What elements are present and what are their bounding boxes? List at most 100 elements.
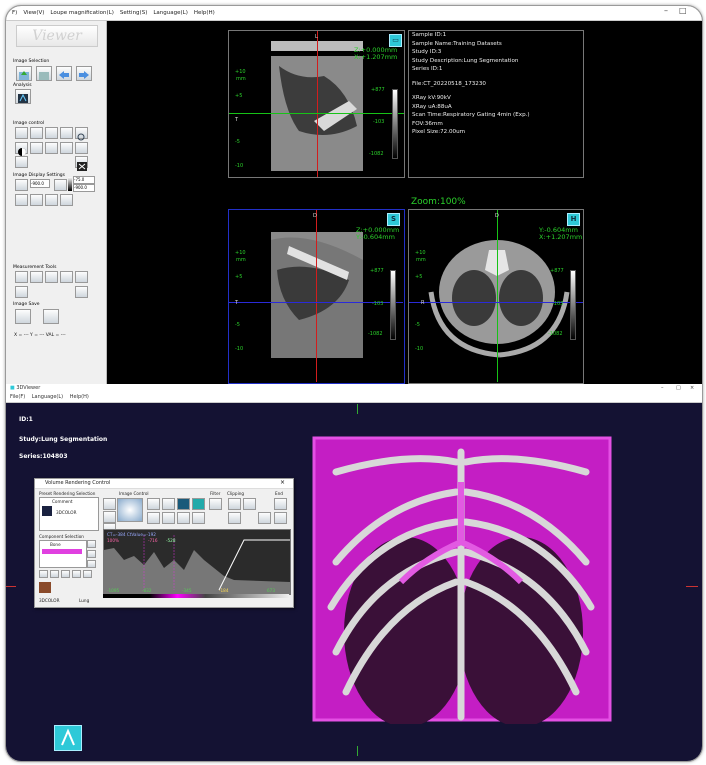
invert-button[interactable] <box>30 142 43 154</box>
maximize-button[interactable]: □ <box>679 6 687 15</box>
vrc-undo-button[interactable] <box>258 512 271 524</box>
sagittal-tick-p10: +10 <box>235 69 246 75</box>
vrc-rotate-joystick[interactable] <box>117 498 143 522</box>
3d-close-button[interactable]: × <box>690 384 694 393</box>
filter-button[interactable] <box>75 142 88 154</box>
contrast-button[interactable] <box>15 142 28 156</box>
menu-language[interactable]: Language(L) <box>153 10 188 16</box>
roi-ellipse-button[interactable] <box>45 271 58 283</box>
clear-measure-button[interactable] <box>75 286 88 298</box>
rotate-button[interactable] <box>45 127 58 139</box>
orientation-axes-icon[interactable] <box>54 725 82 751</box>
preset-list[interactable]: Comment 3DCOLOR <box>39 497 99 531</box>
zoom-box-button[interactable] <box>60 127 73 139</box>
roi-freehand-button[interactable] <box>60 271 73 283</box>
component-tool-4[interactable] <box>72 570 81 578</box>
volume-rendering-control-dialog: Volume Rendering Control × Preset Render… <box>34 478 294 608</box>
color-map-bar[interactable] <box>103 594 289 598</box>
menu-setting[interactable]: Setting(S) <box>120 10 147 16</box>
axial-view-icon[interactable]: H <box>567 213 580 226</box>
component-bone[interactable]: Bone <box>50 542 61 547</box>
3d-minimize-button[interactable]: – <box>661 384 664 393</box>
axis-label-2: -832 <box>142 588 152 593</box>
copy-image-button[interactable] <box>43 309 59 324</box>
preset-wl-button[interactable] <box>54 179 67 191</box>
vrc-tool-shade[interactable] <box>192 498 205 510</box>
coronal-view-icon[interactable]: S <box>387 213 400 226</box>
edge-button[interactable] <box>60 142 73 154</box>
layout-1-button[interactable] <box>15 194 28 206</box>
3d-viewer-window: ■ 3DViewer – □ × File(F) Language(L) Hel… <box>6 384 702 761</box>
magnifier-button[interactable] <box>75 127 88 141</box>
3d-volume-render[interactable] <box>306 432 618 724</box>
save-image-button[interactable] <box>15 309 31 324</box>
ruler-button[interactable] <box>15 271 28 283</box>
layout-4-button[interactable] <box>60 194 73 206</box>
angle-button[interactable] <box>15 286 28 298</box>
layout-2-button[interactable] <box>30 194 43 206</box>
reset-view-button[interactable] <box>75 156 88 171</box>
3d-menu-file[interactable]: File(F) <box>10 394 25 400</box>
layout-3-button[interactable] <box>45 194 58 206</box>
preset-item[interactable]: 3DCOLOR <box>56 510 77 515</box>
vrc-filter-button[interactable] <box>209 498 222 510</box>
axial-view[interactable]: D H Y:-0.604mm X:+1.207mm +10 mm +5 -5 -… <box>408 209 584 384</box>
axial-tick-mm: mm <box>416 257 426 263</box>
overlay-id: ID:1 <box>19 416 33 423</box>
vrc-clip-button-2[interactable] <box>243 498 256 510</box>
wl-lower-field[interactable]: -900.0 <box>73 184 95 192</box>
component-visibility-button[interactable] <box>87 550 96 558</box>
histogram-ct-info: CT=-384 CtValue=-192 <box>107 532 156 537</box>
wl-upper-field[interactable]: -75.0 <box>73 176 95 184</box>
component-tool-2[interactable] <box>50 570 59 578</box>
slice-button[interactable] <box>45 142 58 154</box>
vrc-end-label: End <box>275 491 283 496</box>
vrc-tool-rotate-left[interactable] <box>147 512 160 524</box>
3d-menu-language[interactable]: Language(L) <box>32 394 63 400</box>
vrc-side-button-1[interactable] <box>103 511 116 523</box>
vrc-tool-reset[interactable] <box>192 512 205 524</box>
histogram-button[interactable] <box>75 271 88 283</box>
top-menu-bar: F) View(V) Loupe magnification(L) Settin… <box>6 6 702 21</box>
minimize-button[interactable]: – <box>664 6 668 15</box>
vrc-close-button[interactable]: × <box>280 479 285 486</box>
coronal-view[interactable]: D S Z:+0.000mm Y:-0.604mm +10 mm +5 -5 -… <box>228 209 405 384</box>
vrc-clip-button-1[interactable] <box>228 498 241 510</box>
menu-loupe[interactable]: Loupe magnification(L) <box>50 10 113 16</box>
pan-button[interactable] <box>15 127 28 139</box>
image-save-label: Image Save <box>13 302 40 307</box>
axial-scale-mid: -103 <box>552 301 564 307</box>
roi-rect-button[interactable] <box>30 271 43 283</box>
component-list[interactable]: Bone <box>39 540 87 568</box>
vrc-tool-render-mode[interactable] <box>177 498 190 510</box>
component-tool-3[interactable] <box>61 570 70 578</box>
vrc-tool-search[interactable] <box>177 512 190 524</box>
vrc-tool-zoom[interactable] <box>162 498 175 510</box>
component-tool-1[interactable] <box>39 570 48 578</box>
vrc-tool-rotate-right[interactable] <box>162 512 175 524</box>
transfer-function-histogram[interactable]: CT=-384 CtValue=-192 100% -716 -528 -109… <box>103 529 291 595</box>
mip-button[interactable] <box>15 156 28 168</box>
vrc-end-button[interactable] <box>274 498 287 510</box>
menu-view[interactable]: View(V) <box>23 10 44 16</box>
open-file-button[interactable] <box>16 66 32 81</box>
menu-file[interactable]: F) <box>12 10 17 16</box>
window-low-field[interactable]: -900.0 <box>30 179 50 188</box>
next-image-button[interactable] <box>76 66 92 81</box>
crosshair-button[interactable] <box>30 127 43 139</box>
prev-image-button[interactable] <box>56 66 72 81</box>
open-series-button[interactable] <box>36 66 52 81</box>
vrc-tool-crosshair[interactable] <box>147 498 160 510</box>
window-level-icon[interactable] <box>15 179 28 191</box>
vrc-tool-1[interactable] <box>103 498 116 510</box>
3d-menu-help[interactable]: Help(H) <box>70 394 89 400</box>
vrc-clip-button-3[interactable] <box>228 512 241 524</box>
analysis-button[interactable] <box>15 89 31 104</box>
sagittal-view[interactable]: L ▭ Z:+0.000mm X:+1.207mm +10 mm +5 -5 -… <box>228 30 405 178</box>
component-delete-button[interactable] <box>87 560 96 568</box>
vrc-save-button[interactable] <box>274 512 287 524</box>
component-up-button[interactable] <box>87 540 96 548</box>
component-tool-5[interactable] <box>83 570 92 578</box>
3d-maximize-button[interactable]: □ <box>676 384 681 393</box>
menu-help[interactable]: Help(H) <box>194 10 215 16</box>
